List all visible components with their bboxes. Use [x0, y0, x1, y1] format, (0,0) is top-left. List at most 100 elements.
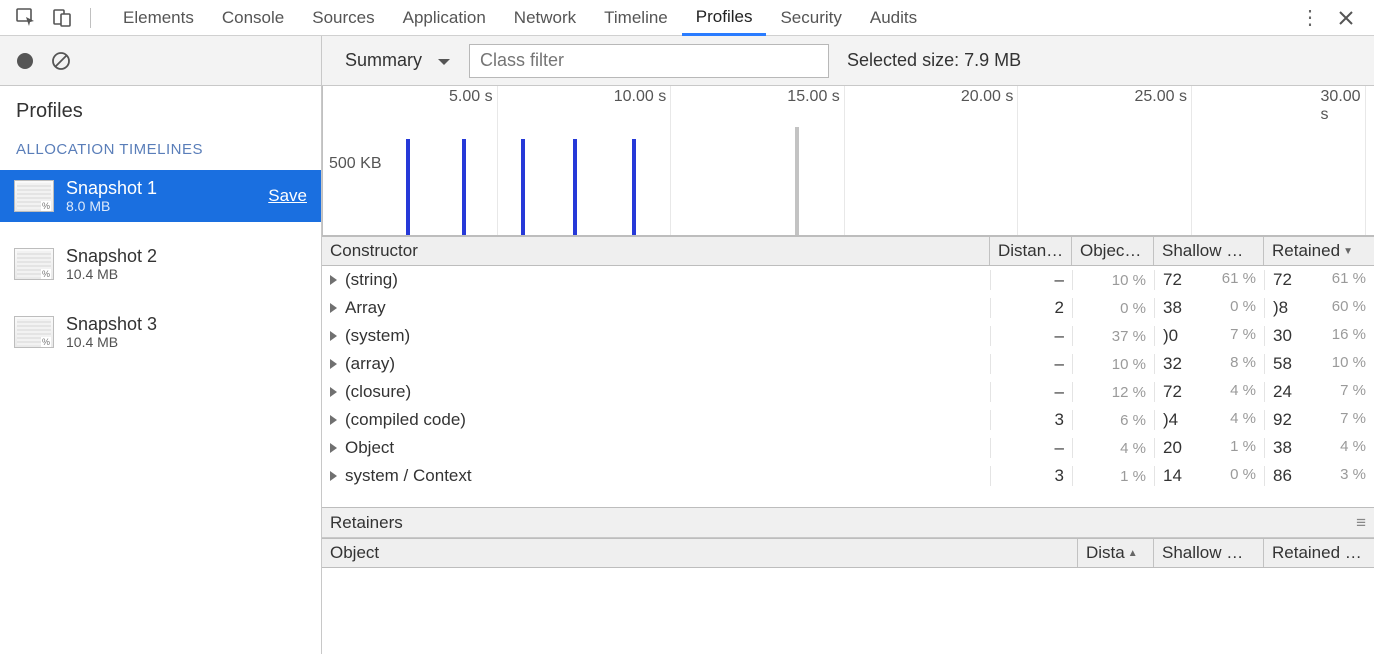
snapshot-icon [14, 248, 54, 280]
constructor-row[interactable]: (system)–37 %)07 %3016 % [322, 322, 1374, 350]
tab-audits[interactable]: Audits [856, 0, 931, 36]
view-select[interactable]: Summary [336, 45, 461, 76]
snapshot-item-3[interactable]: Snapshot 310.4 MB [0, 306, 321, 358]
col-shallow-2[interactable]: Shallow … [1154, 539, 1264, 567]
profiles-sidebar: Profiles ALLOCATION TIMELINES Snapshot 1… [0, 36, 322, 654]
selected-size-label: Selected size: 7.9 MB [847, 50, 1021, 71]
shallow-cell: )44 % [1154, 410, 1264, 430]
constructor-row[interactable]: Object–4 %201 %384 % [322, 434, 1374, 462]
tab-security[interactable]: Security [766, 0, 855, 36]
profile-toolbar: Summary Selected size: 7.9 MB [322, 36, 1374, 86]
snapshot-save-link[interactable]: Save [268, 186, 307, 206]
clear-icon[interactable] [48, 48, 74, 74]
tab-elements[interactable]: Elements [109, 0, 208, 36]
shallow-cell: 7261 % [1154, 270, 1264, 290]
col-shallow[interactable]: Shallow … [1154, 237, 1264, 265]
constructor-row[interactable]: system / Context31 %140 %863 % [322, 462, 1374, 490]
objects-cell: 0 % [1072, 298, 1154, 318]
snapshot-size: 10.4 MB [66, 266, 307, 282]
constructor-row[interactable]: (array)–10 %328 %5810 % [322, 350, 1374, 378]
constructors-header-row: Constructor Distan… Objec… Shallow … Ret… [322, 236, 1374, 266]
divider [90, 8, 91, 28]
snapshot-item-1[interactable]: Snapshot 18.0 MBSave [0, 170, 321, 222]
constructor-name: (array) [345, 354, 395, 374]
sort-desc-icon: ▼ [1343, 246, 1353, 257]
expand-icon[interactable] [330, 443, 337, 453]
constructor-name: (string) [345, 270, 398, 290]
constructor-row[interactable]: (compiled code)36 %)44 %927 % [322, 406, 1374, 434]
class-filter-input[interactable] [469, 44, 829, 78]
objects-cell: 4 % [1072, 438, 1154, 458]
retained-cell: 3016 % [1264, 326, 1374, 346]
constructor-name: system / Context [345, 466, 472, 486]
snapshot-item-2[interactable]: Snapshot 210.4 MB [0, 238, 321, 290]
close-icon[interactable] [1334, 6, 1358, 30]
device-toggle-icon[interactable] [50, 6, 74, 30]
inspect-icon[interactable] [14, 6, 38, 30]
allocation-bar [632, 139, 636, 235]
distance-cell: – [990, 326, 1072, 346]
shallow-cell: 201 % [1154, 438, 1264, 458]
shallow-cell: 140 % [1154, 466, 1264, 486]
constructor-name: (compiled code) [345, 410, 466, 430]
expand-icon[interactable] [330, 331, 337, 341]
constructor-row[interactable]: (closure)–12 %724 %247 % [322, 378, 1374, 406]
retained-cell: 247 % [1264, 382, 1374, 402]
timeline-tick: 10.00 s [614, 88, 670, 106]
objects-cell: 10 % [1072, 354, 1154, 374]
col-distance-2[interactable]: Dista▲ [1078, 539, 1154, 567]
objects-cell: 37 % [1072, 326, 1154, 346]
expand-icon[interactable] [330, 303, 337, 313]
tab-console[interactable]: Console [208, 0, 298, 36]
retained-cell: )860 % [1264, 298, 1374, 318]
record-button[interactable] [12, 48, 38, 74]
col-constructor[interactable]: Constructor [322, 237, 990, 265]
col-retained-2[interactable]: Retained … [1264, 539, 1374, 567]
expand-icon[interactable] [330, 471, 337, 481]
snapshot-name: Snapshot 1 [66, 178, 268, 198]
shallow-cell: 380 % [1154, 298, 1264, 318]
sort-asc-icon: ▲ [1128, 548, 1138, 559]
allocation-bar [406, 139, 410, 235]
constructor-row[interactable]: Array20 %380 %)860 % [322, 294, 1374, 322]
col-distance[interactable]: Distan… [990, 237, 1072, 265]
allocation-bar [795, 127, 799, 235]
retainers-title-bar: Retainers ≡ [322, 508, 1374, 538]
objects-cell: 1 % [1072, 466, 1154, 486]
constructor-name: (closure) [345, 382, 411, 402]
shallow-cell: )07 % [1154, 326, 1264, 346]
hamburger-icon[interactable]: ≡ [1356, 513, 1366, 533]
col-object[interactable]: Object [322, 539, 1078, 567]
tab-timeline[interactable]: Timeline [590, 0, 682, 36]
devtools-tab-bar: ElementsConsoleSourcesApplicationNetwork… [0, 0, 1374, 36]
snapshot-icon [14, 180, 54, 212]
col-retained[interactable]: Retained▼ [1264, 237, 1374, 265]
retained-cell: 384 % [1264, 438, 1374, 458]
expand-icon[interactable] [330, 415, 337, 425]
constructor-name: Array [345, 298, 386, 318]
allocation-bar [462, 139, 466, 235]
allocation-bar [521, 139, 525, 235]
tab-application[interactable]: Application [389, 0, 500, 36]
expand-icon[interactable] [330, 387, 337, 397]
expand-icon[interactable] [330, 359, 337, 369]
kebab-menu-icon[interactable]: ⋮ [1298, 6, 1322, 30]
timeline-tick: 25.00 s [1135, 88, 1191, 106]
tab-profiles[interactable]: Profiles [682, 0, 767, 36]
snapshot-name: Snapshot 2 [66, 246, 307, 266]
constructor-row[interactable]: (string)–10 %7261 %7261 % [322, 266, 1374, 294]
allocation-timeline-chart[interactable]: 5.00 s10.00 s15.00 s20.00 s25.00 s30.00 … [322, 86, 1374, 236]
constructor-name: Object [345, 438, 394, 458]
retained-cell: 927 % [1264, 410, 1374, 430]
col-objects[interactable]: Objec… [1072, 237, 1154, 265]
retainers-label: Retainers [330, 513, 403, 533]
tab-sources[interactable]: Sources [298, 0, 388, 36]
tab-network[interactable]: Network [500, 0, 590, 36]
shallow-cell: 328 % [1154, 354, 1264, 374]
distance-cell: 3 [990, 410, 1072, 430]
timeline-y-label: 500 KB [329, 155, 381, 173]
distance-cell: – [990, 270, 1072, 290]
expand-icon[interactable] [330, 275, 337, 285]
timeline-tick: 5.00 s [449, 88, 497, 106]
retainers-empty [322, 568, 1374, 654]
